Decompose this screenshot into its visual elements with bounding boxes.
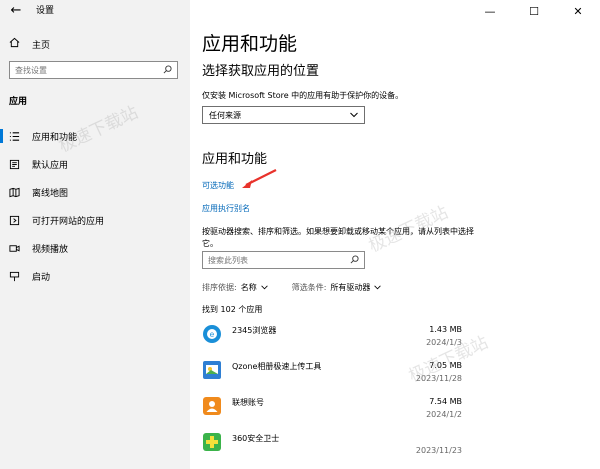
back-arrow-icon[interactable]: ← xyxy=(8,4,24,18)
sidebar-item-label: 默认应用 xyxy=(32,160,69,171)
video-icon xyxy=(9,243,20,254)
app-name: 联想账号 xyxy=(232,398,264,407)
sort-filter-row: 排序依据: 名称 筛选条件: 所有驱动器 xyxy=(202,282,382,293)
chevron-down-icon xyxy=(260,283,268,292)
choose-location-title: 选择获取应用的位置 xyxy=(202,64,320,79)
app-list-search-placeholder: 搜索此列表 xyxy=(208,255,248,265)
app-name: 2345浏览器 xyxy=(232,326,277,335)
search-icon xyxy=(350,254,359,266)
window-controls: — ☐ ✕ xyxy=(468,0,600,22)
app-execution-alias-link[interactable]: 应用执行别名 xyxy=(202,203,250,215)
sidebar-nav: 应用和功能 默认应用 离线地图 可打开网站的应用 视频播放 启动 xyxy=(0,122,190,290)
app-name: 360安全卫士 xyxy=(232,434,280,443)
sidebar: ← 设置 主页 查找设置 应用 应用和功能 默认应用 离线地图 可打开网站的应用… xyxy=(0,0,190,469)
annotation-arrow-icon xyxy=(242,169,277,188)
app-date: 2024/1/2 xyxy=(426,410,462,419)
close-icon[interactable]: ✕ xyxy=(556,0,600,22)
list-item[interactable]: 联想账号 7.54 MB 2024/1/2 xyxy=(202,392,462,428)
qzone-uploader-icon xyxy=(202,360,222,380)
search-icon xyxy=(163,64,172,76)
sidebar-item-label: 视频播放 xyxy=(32,244,69,255)
sidebar-item-offline-maps[interactable]: 离线地图 xyxy=(0,178,190,206)
sidebar-item-default-apps[interactable]: 默认应用 xyxy=(0,150,190,178)
map-icon xyxy=(9,187,20,198)
sort-value: 名称 xyxy=(240,283,257,292)
window-title: 设置 xyxy=(36,6,55,16)
chevron-down-icon xyxy=(350,111,358,120)
lenovo-account-icon xyxy=(202,396,222,416)
home-label: 主页 xyxy=(32,40,51,51)
sidebar-item-video-playback[interactable]: 视频播放 xyxy=(0,234,190,262)
settings-search-input[interactable]: 查找设置 xyxy=(9,61,178,79)
sidebar-item-label: 可打开网站的应用 xyxy=(32,216,105,227)
svg-text:e: e xyxy=(210,330,215,339)
section-label-apps: 应用 xyxy=(9,97,28,107)
home-icon xyxy=(9,37,20,51)
app-size: 7.54 MB xyxy=(429,397,462,406)
sort-label: 排序依据: xyxy=(202,283,237,292)
app-source-value: 任何来源 xyxy=(209,110,241,120)
chevron-down-icon xyxy=(374,283,382,292)
startup-icon xyxy=(9,271,20,282)
filter-label: 筛选条件: xyxy=(291,283,327,292)
choose-location-description: 仅安装 Microsoft Store 中的应用有助于保护你的设备。 xyxy=(202,91,404,100)
app-source-dropdown[interactable]: 任何来源 xyxy=(202,106,365,124)
list-item[interactable]: 360安全卫士 2023/11/23 xyxy=(202,428,462,464)
sidebar-item-home[interactable]: 主页 xyxy=(9,37,50,51)
app-date: 2023/11/23 xyxy=(415,446,462,455)
optional-features-link[interactable]: 可选功能 xyxy=(202,180,234,192)
app-list-search-input[interactable]: 搜索此列表 xyxy=(202,251,365,269)
sidebar-item-startup[interactable]: 启动 xyxy=(0,262,190,290)
apps-features-section-title: 应用和功能 xyxy=(202,152,268,167)
settings-search-placeholder: 查找设置 xyxy=(15,65,47,75)
apps-found-count: 找到 102 个应用 xyxy=(202,305,263,314)
list-icon xyxy=(9,131,20,142)
sort-dropdown[interactable]: 排序依据: 名称 xyxy=(202,282,268,293)
list-item[interactable]: e 2345浏览器 1.43 MB 2024/1/3 xyxy=(202,320,462,356)
sidebar-item-website-apps[interactable]: 可打开网站的应用 xyxy=(0,206,190,234)
filter-dropdown[interactable]: 筛选条件: 所有驱动器 xyxy=(292,282,382,293)
browser-2345-icon: e xyxy=(202,324,222,344)
app-size: 1.43 MB xyxy=(429,325,462,334)
filter-value: 所有驱动器 xyxy=(330,283,371,292)
default-apps-icon xyxy=(9,159,20,170)
app-name: Qzone相册极速上传工具 xyxy=(232,362,322,371)
sidebar-item-label: 离线地图 xyxy=(32,188,69,199)
minimize-icon[interactable]: — xyxy=(468,0,512,22)
app-list: e 2345浏览器 1.43 MB 2024/1/3 Qzone相册极速上传工具… xyxy=(202,320,462,464)
sidebar-item-label: 启动 xyxy=(32,272,51,283)
search-sort-help-text: 按驱动器搜索、排序和筛选。如果想要卸载或移动某个应用，请从列表中选择它。 xyxy=(202,227,474,248)
page-title: 应用和功能 xyxy=(202,33,298,55)
website-apps-icon xyxy=(9,215,20,226)
maximize-icon[interactable]: ☐ xyxy=(512,0,556,22)
security-guard-360-icon xyxy=(202,432,222,452)
